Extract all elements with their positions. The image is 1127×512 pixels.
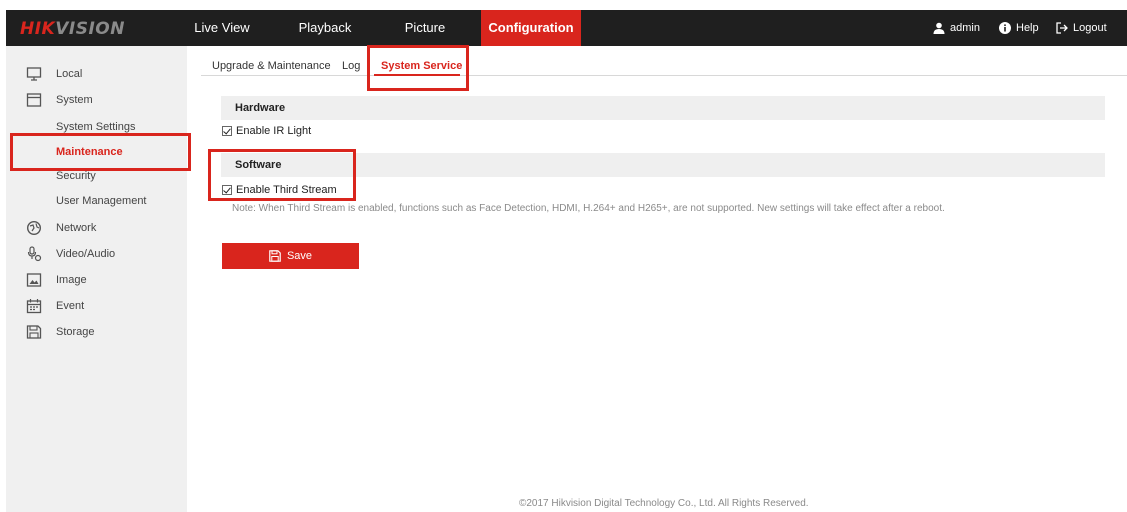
sidebar-item-label: Video/Audio: [56, 248, 116, 260]
monitor-icon: [26, 67, 42, 81]
save-button-label: Save: [286, 250, 313, 262]
system-icon: [26, 93, 42, 107]
sub-tabs: Upgrade & Maintenance Log System Service: [201, 52, 1127, 76]
checkbox-checked-icon: [222, 185, 232, 195]
nav-playback[interactable]: Playback: [290, 10, 360, 46]
enable-third-stream-checkbox[interactable]: Enable Third Stream: [222, 184, 337, 196]
enable-third-stream-label: Enable Third Stream: [236, 184, 337, 196]
enable-ir-light-label: Enable IR Light: [236, 125, 312, 137]
active-tab-underline: [374, 74, 460, 76]
help-icon: [999, 22, 1011, 34]
image-icon: [26, 273, 42, 287]
sidebar-sub-maintenance[interactable]: Maintenance: [56, 146, 123, 158]
third-stream-note: Note: When Third Stream is enabled, func…: [232, 203, 945, 214]
enable-ir-light-checkbox[interactable]: Enable IR Light: [222, 125, 311, 137]
sidebar-sub-system-settings[interactable]: System Settings: [56, 121, 135, 133]
hikvision-logo: HIKVISION: [20, 19, 125, 39]
sidebar-item-label: Local: [56, 68, 83, 80]
tab-log[interactable]: Log: [342, 60, 360, 72]
sidebar-item-event[interactable]: Event: [6, 296, 187, 316]
video-audio-icon: [27, 246, 42, 262]
logo-part-2: VISION: [55, 19, 125, 39]
top-bar: HIKVISION Live View Playback Picture Con…: [6, 10, 1127, 46]
logout-icon: [1056, 22, 1068, 34]
user-admin[interactable]: admin: [933, 10, 980, 46]
logout-button[interactable]: Logout: [1056, 10, 1107, 46]
copyright-footer: ©2017 Hikvision Digital Technology Co., …: [519, 498, 809, 509]
hardware-title: Hardware: [235, 102, 286, 114]
tab-system-service[interactable]: System Service: [381, 60, 462, 72]
nav-picture[interactable]: Picture: [395, 10, 455, 46]
hardware-section-header: Hardware: [221, 96, 1105, 120]
user-admin-label: admin: [950, 22, 980, 34]
sidebar-item-image[interactable]: Image: [6, 270, 187, 290]
network-icon: [26, 220, 42, 236]
event-icon: [26, 299, 42, 314]
sidebar-item-label: Image: [56, 274, 87, 286]
save-button[interactable]: Save: [222, 243, 359, 269]
sidebar: Local System System Settings Maintenance…: [6, 46, 187, 512]
storage-icon: [26, 325, 42, 339]
person-icon: [933, 22, 945, 34]
sidebar-sub-user-management[interactable]: User Management: [56, 195, 147, 207]
sidebar-item-label: Storage: [56, 326, 95, 338]
sidebar-item-system[interactable]: System: [6, 90, 187, 110]
sidebar-item-label: System: [56, 94, 93, 106]
save-icon: [269, 250, 281, 262]
software-title: Software: [235, 159, 282, 171]
sidebar-item-network[interactable]: Network: [6, 218, 187, 238]
nav-configuration[interactable]: Configuration: [481, 10, 581, 46]
help-button[interactable]: Help: [999, 10, 1039, 46]
logo-part-1: HIK: [20, 19, 56, 39]
tab-upgrade-maintenance[interactable]: Upgrade & Maintenance: [212, 60, 331, 72]
checkbox-checked-icon: [222, 126, 232, 136]
sidebar-sub-security[interactable]: Security: [56, 170, 96, 182]
sidebar-item-storage[interactable]: Storage: [6, 322, 187, 342]
sidebar-item-label: Network: [56, 222, 97, 234]
sidebar-item-local[interactable]: Local: [6, 64, 187, 84]
software-section-header: Software: [221, 153, 1105, 177]
help-label: Help: [1016, 22, 1039, 34]
sidebar-item-label: Event: [56, 300, 85, 312]
sidebar-item-video-audio[interactable]: Video/Audio: [6, 244, 187, 264]
logout-label: Logout: [1073, 22, 1107, 34]
nav-live-view[interactable]: Live View: [192, 10, 252, 46]
